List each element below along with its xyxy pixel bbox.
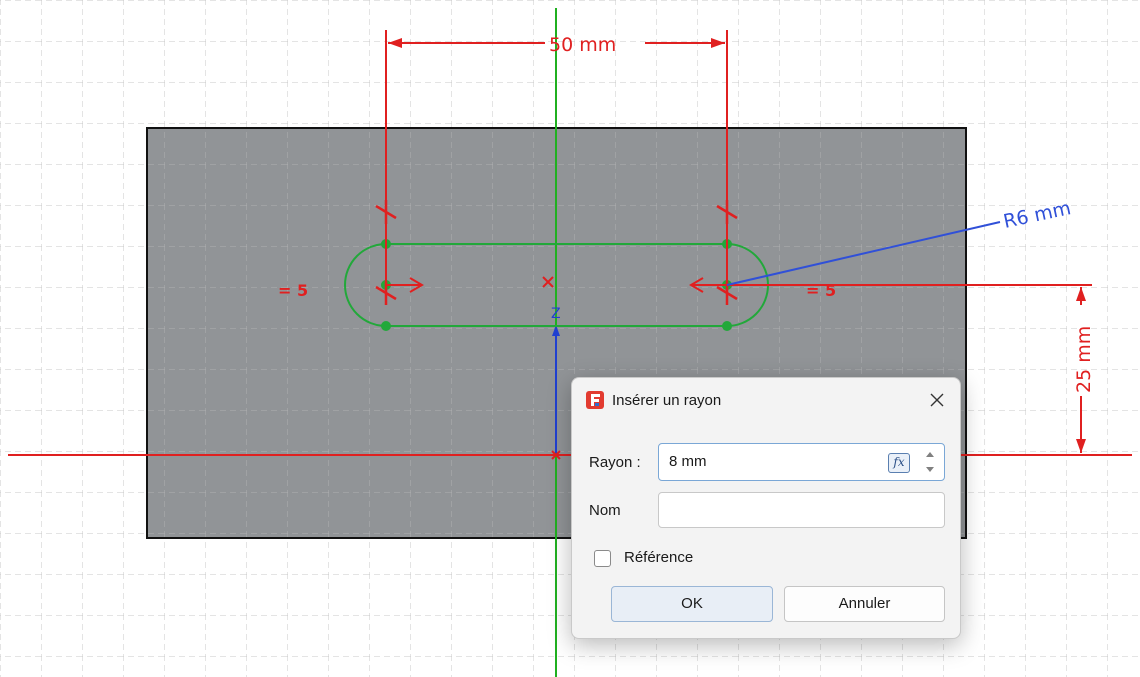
width-dimension-label[interactable]: 50 mm [549,34,616,56]
height-dimension-label[interactable]: 25 mm [1073,326,1095,393]
name-label: Nom [589,502,621,519]
dialog-title: Insérer un rayon [612,392,722,409]
radius-value: 8 mm [669,453,707,470]
reference-label[interactable]: Référence [624,549,693,566]
ok-button[interactable]: OK [611,586,773,622]
radius-label: Rayon : [589,454,641,471]
slot-point[interactable] [722,321,732,331]
equal-constraint-right: = 5 [806,281,836,300]
radius-input[interactable]: 8 mm fx [658,443,945,481]
close-button[interactable] [922,386,952,414]
app-logo-icon [586,391,604,409]
cancel-button[interactable]: Annuler [784,586,945,622]
dialog-titlebar[interactable]: Insérer un rayon [572,378,960,424]
name-input[interactable] [658,492,945,528]
formula-button[interactable]: fx [888,453,910,473]
reference-checkbox[interactable] [594,550,611,567]
close-icon [930,393,944,407]
z-axis-label: Z [551,306,561,322]
insert-radius-dialog: Insérer un rayon Rayon : 8 mm fx Nom Réf… [571,377,961,639]
sketch-viewport[interactable]: Z 50 mm = 5 = 5 25 mm R6 mm [0,0,1140,677]
equal-constraint-left: = 5 [278,281,308,300]
slot-point[interactable] [381,321,391,331]
radius-spinner[interactable] [920,447,940,477]
